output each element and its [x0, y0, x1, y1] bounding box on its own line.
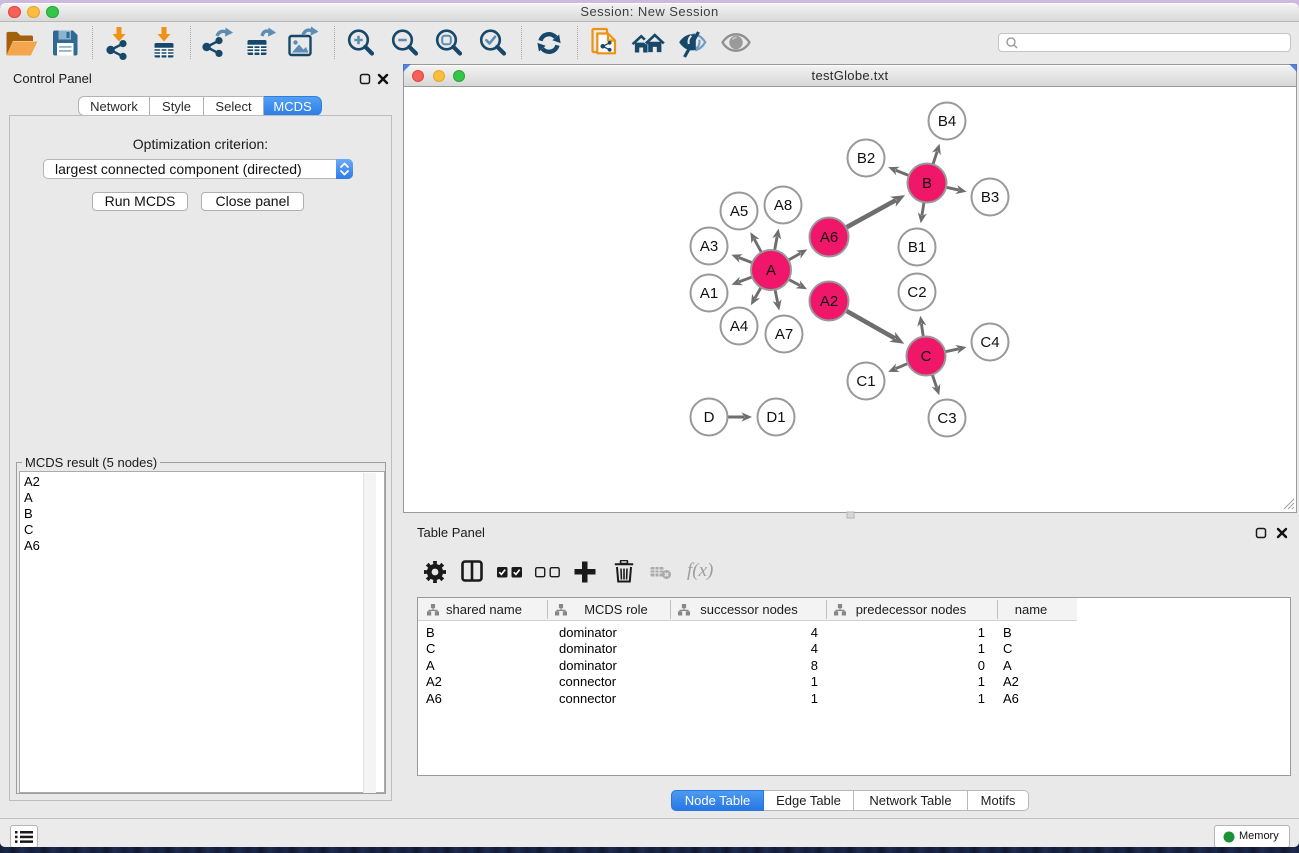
svg-text:B4: B4 [938, 113, 956, 130]
svg-text:A4: A4 [730, 318, 748, 335]
svg-text:B2: B2 [857, 150, 875, 167]
svg-text:C1: C1 [856, 373, 875, 390]
svg-text:C2: C2 [907, 284, 926, 301]
svg-text:D: D [704, 409, 715, 426]
svg-text:B: B [922, 175, 932, 192]
svg-text:A8: A8 [774, 197, 792, 214]
svg-text:B3: B3 [981, 189, 999, 206]
svg-text:C3: C3 [937, 410, 956, 427]
svg-text:D1: D1 [766, 409, 785, 426]
svg-text:A2: A2 [820, 293, 838, 310]
svg-text:A1: A1 [700, 285, 718, 302]
svg-text:B1: B1 [908, 239, 926, 256]
svg-text:A6: A6 [820, 229, 838, 246]
svg-text:C: C [921, 348, 932, 365]
svg-text:A: A [766, 262, 776, 279]
svg-text:C4: C4 [980, 334, 999, 351]
svg-text:A3: A3 [700, 238, 718, 255]
svg-text:A5: A5 [730, 203, 748, 220]
svg-text:A7: A7 [775, 326, 793, 343]
